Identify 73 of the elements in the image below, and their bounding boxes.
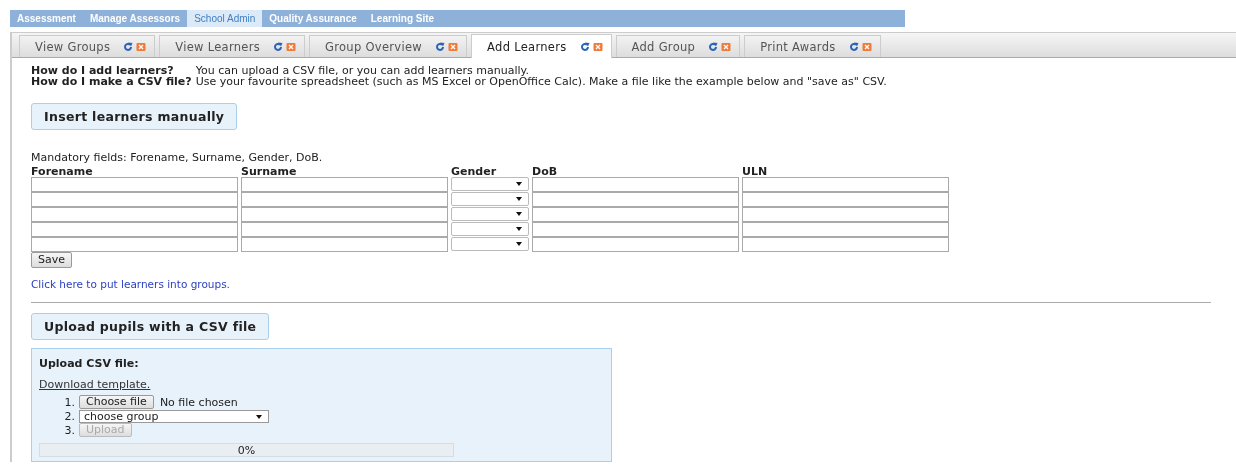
close-icon[interactable]	[286, 41, 297, 52]
input-field[interactable]	[742, 192, 949, 207]
section-heading: Insert learners manually	[31, 103, 238, 130]
step-number: 1.	[63, 395, 75, 409]
column-header: ULN	[742, 166, 769, 177]
dropdown-arrow-icon	[256, 414, 262, 419]
step-number: 2.	[63, 409, 75, 423]
group-dropdown[interactable]: choose group	[79, 409, 269, 423]
help-question: How do I make a CSV file?	[31, 76, 192, 87]
close-icon[interactable]	[861, 41, 872, 52]
gender-dropdown[interactable]	[451, 237, 529, 251]
tab[interactable]: Group Overview	[309, 35, 468, 57]
dropdown-arrow-icon	[516, 242, 522, 246]
column-header: DoB	[532, 166, 559, 177]
input-field[interactable]	[241, 207, 448, 222]
step-number: 3.	[63, 423, 75, 437]
close-icon[interactable]	[721, 41, 732, 52]
tab[interactable]: View Groups	[19, 35, 156, 57]
help-answer: You can upload a CSV file, or you can add learners manually.	[195, 65, 530, 76]
column-header: Forename	[31, 166, 94, 177]
input-field[interactable]	[742, 177, 949, 192]
reload-icon[interactable]	[123, 41, 134, 52]
progress-reading: 0%	[237, 444, 256, 457]
groups-link[interactable]: Click here to put learners into groups.	[31, 278, 230, 290]
gender-dropdown[interactable]	[451, 177, 529, 191]
input-field[interactable]	[241, 177, 448, 192]
dropdown-arrow-icon	[516, 182, 522, 186]
column-header: Gender	[451, 166, 498, 177]
dropdown-arrow-icon	[516, 227, 522, 231]
input-field[interactable]	[241, 192, 448, 207]
save-button[interactable]: Save	[31, 252, 72, 268]
section-heading: Upload pupils with a CSV file	[31, 313, 270, 340]
gender-dropdown[interactable]	[451, 222, 529, 236]
reload-icon[interactable]	[579, 41, 590, 52]
reload-icon[interactable]	[708, 41, 719, 52]
column-header: Surname	[241, 166, 298, 177]
input-field[interactable]	[31, 237, 238, 252]
input-field[interactable]	[31, 222, 238, 237]
input-field[interactable]	[742, 222, 949, 237]
file-status: No file chosen	[159, 395, 238, 409]
nav-item[interactable]: School Admin	[187, 10, 263, 27]
choose-file-button[interactable]: Choose file	[79, 395, 154, 409]
tab[interactable]: View Learners	[159, 35, 306, 57]
input-field[interactable]	[241, 237, 448, 252]
help-question: How do I add learners?	[31, 65, 175, 76]
gender-dropdown[interactable]	[451, 207, 529, 221]
input-field[interactable]	[532, 207, 739, 222]
input-field[interactable]	[31, 207, 238, 222]
tab[interactable]: Add Group	[615, 35, 741, 57]
input-field[interactable]	[532, 192, 739, 207]
close-icon[interactable]	[136, 41, 147, 52]
input-field[interactable]	[241, 222, 448, 237]
reload-icon[interactable]	[273, 41, 284, 52]
template-link[interactable]: Download template.	[39, 378, 151, 391]
gender-dropdown[interactable]	[451, 192, 529, 206]
input-field[interactable]	[742, 207, 949, 222]
tab[interactable]: Add Learners	[471, 34, 612, 58]
input-field[interactable]	[742, 237, 949, 252]
close-icon[interactable]	[448, 41, 459, 52]
mandatory-note: Mandatory fields: Forename, Surname, Gender, DoB.	[31, 151, 324, 164]
help-answer: Use your favourite spreadsheet (such as MS Excel or OpenOffice Calc). Make a file like the example below and "save as" CSV.	[195, 76, 888, 87]
input-field[interactable]	[532, 222, 739, 237]
dropdown-arrow-icon	[516, 197, 522, 201]
input-field[interactable]	[31, 177, 238, 192]
close-icon[interactable]	[592, 41, 603, 52]
dropdown-arrow-icon	[516, 212, 522, 216]
input-field[interactable]	[532, 237, 739, 252]
input-field[interactable]	[31, 192, 238, 207]
reload-icon[interactable]	[435, 41, 446, 52]
tab[interactable]: Print Awards	[744, 35, 881, 57]
panel-title: Upload CSV file:	[39, 357, 140, 370]
input-field[interactable]	[532, 177, 739, 192]
reload-icon[interactable]	[848, 41, 859, 52]
